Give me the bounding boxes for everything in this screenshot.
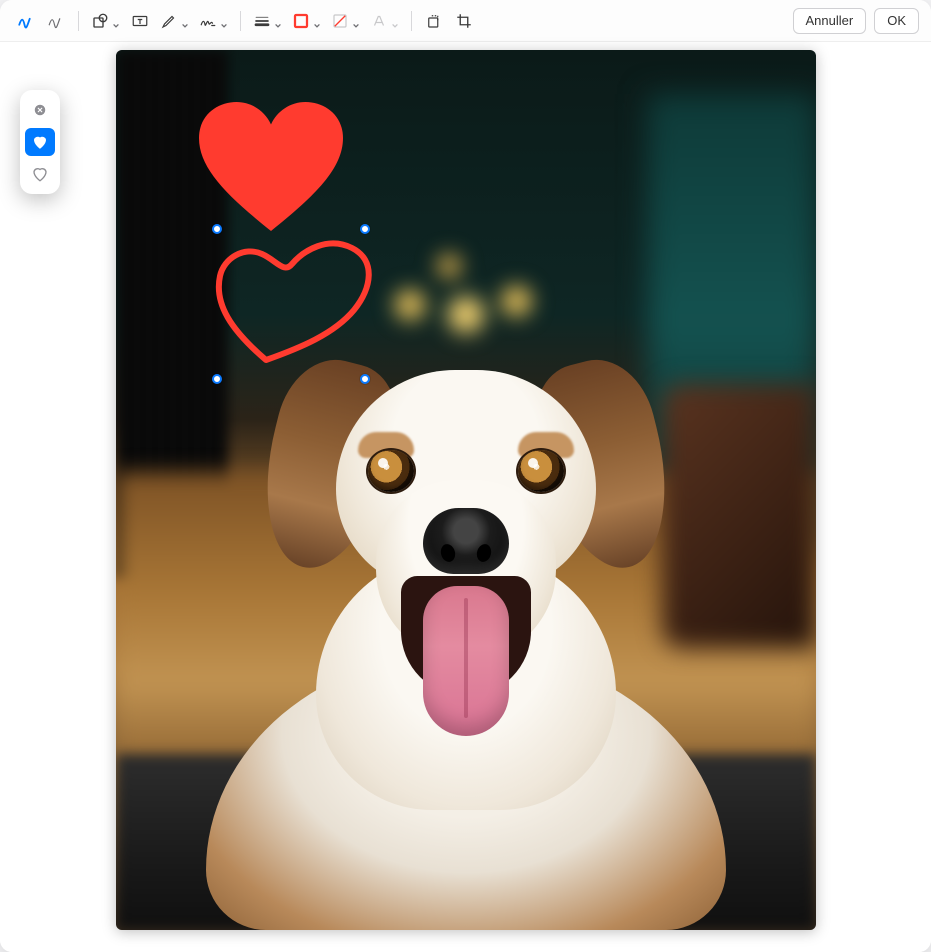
heart-outline-icon: [206, 220, 386, 380]
editor-content: [0, 42, 931, 952]
textbox-tool[interactable]: [126, 7, 154, 35]
shapes-icon: [91, 12, 109, 30]
annotation-heart-sketch[interactable]: [206, 220, 386, 390]
crop-tool[interactable]: [450, 7, 478, 35]
crop-icon: [455, 12, 473, 30]
popover-close[interactable]: [25, 96, 55, 124]
highlight-tool[interactable]: [156, 7, 193, 35]
selection-handle[interactable]: [212, 374, 222, 384]
selection-handle[interactable]: [212, 224, 222, 234]
chevron-down-icon: [274, 17, 282, 25]
heart-filled-icon: [196, 98, 346, 238]
rotate-icon: [425, 12, 443, 30]
chevron-down-icon: [220, 17, 228, 25]
annotation-heart-filled[interactable]: [196, 98, 346, 238]
selection-handle[interactable]: [360, 224, 370, 234]
suggestion-heart-filled[interactable]: [25, 128, 55, 156]
heart-filled-icon: [31, 133, 49, 151]
text-style-tool[interactable]: [366, 7, 403, 35]
photo-canvas[interactable]: [116, 50, 816, 930]
cancel-button[interactable]: Annuller: [793, 8, 867, 34]
separator: [411, 11, 412, 31]
rotate-tool[interactable]: [420, 7, 448, 35]
markup-window: Annuller OK: [0, 0, 931, 952]
stroke-color-icon: [292, 12, 310, 30]
markup-toolbar: Annuller OK: [0, 0, 931, 42]
sketch-suggestions-popover: [20, 90, 60, 194]
chevron-down-icon: [352, 17, 360, 25]
highlighter-icon: [160, 12, 178, 30]
stroke-color-tool[interactable]: [288, 7, 325, 35]
text-style-icon: [370, 12, 388, 30]
heart-outline-icon: [31, 165, 49, 183]
text-box-icon: [131, 12, 149, 30]
close-circle-icon: [33, 103, 47, 117]
line-weight-tool[interactable]: [249, 7, 286, 35]
chevron-down-icon: [391, 17, 399, 25]
suggestion-heart-outline[interactable]: [25, 160, 55, 188]
signature-icon: [199, 12, 217, 30]
sign-tool[interactable]: [195, 7, 232, 35]
scribble-icon: [17, 12, 35, 30]
separator: [240, 11, 241, 31]
sketch-tool[interactable]: [12, 7, 40, 35]
ok-button[interactable]: OK: [874, 8, 919, 34]
shapes-tool[interactable]: [87, 7, 124, 35]
fill-color-icon: [331, 12, 349, 30]
selection-handle[interactable]: [360, 374, 370, 384]
fill-color-tool[interactable]: [327, 7, 364, 35]
chevron-down-icon: [112, 17, 120, 25]
draw-tool[interactable]: [42, 7, 70, 35]
chevron-down-icon: [313, 17, 321, 25]
line-weight-icon: [253, 12, 271, 30]
photo-subject: [186, 340, 746, 930]
scribble-thin-icon: [47, 12, 65, 30]
chevron-down-icon: [181, 17, 189, 25]
separator: [78, 11, 79, 31]
